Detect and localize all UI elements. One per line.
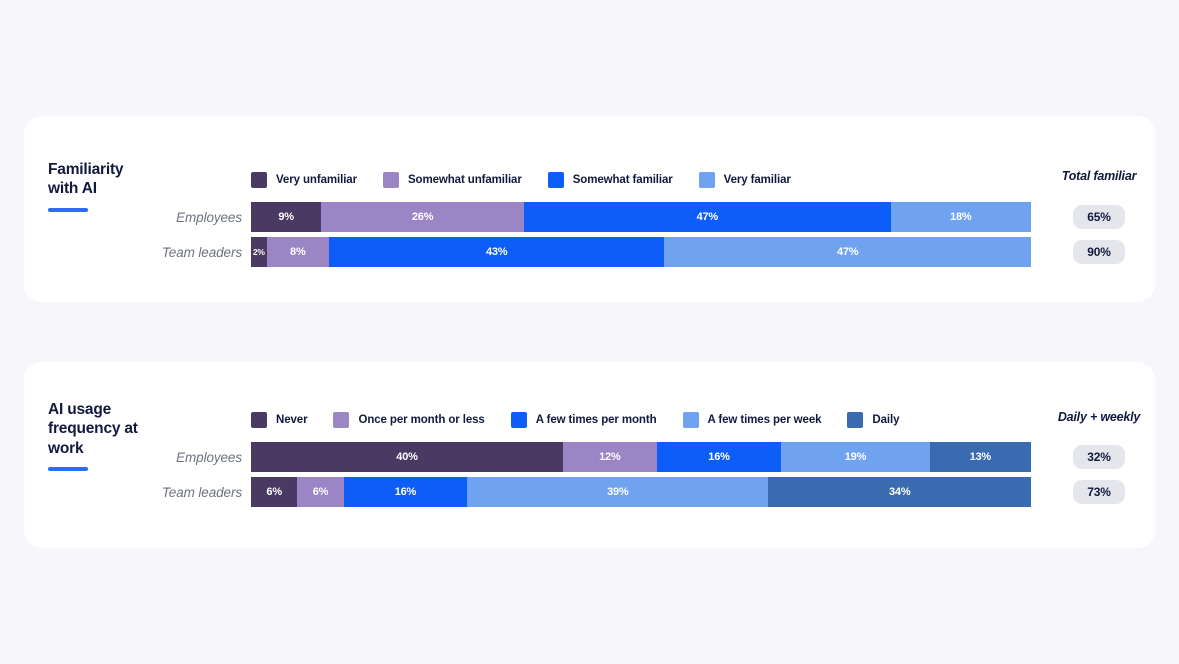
- row-label-employees: Employees: [24, 210, 242, 225]
- legend-swatch-icon: [251, 172, 267, 188]
- legend-swatch-icon: [511, 412, 527, 428]
- chart-rows: Employees 9% 26% 47% 18% 65: [24, 202, 1155, 272]
- bar-segment[interactable]: 2%: [251, 237, 267, 267]
- table-row: Employees 40% 12% 16% 19% 13%: [24, 442, 1155, 472]
- bar-segment[interactable]: 39%: [467, 477, 768, 507]
- bar-segment[interactable]: 9%: [251, 202, 321, 232]
- status-badge: 32%: [1073, 445, 1124, 469]
- legend-item-label: Somewhat familiar: [573, 174, 673, 186]
- status-badge: 90%: [1073, 240, 1124, 264]
- summary-pill-team-leaders: 90%: [1043, 240, 1155, 264]
- legend-swatch-icon: [333, 412, 349, 428]
- bar-segment[interactable]: 13%: [930, 442, 1031, 472]
- stacked-bar-team-leaders: 6% 6% 16% 39% 34%: [251, 477, 1031, 507]
- legend-item-a-few-times-per-month[interactable]: A few times per month: [511, 412, 657, 428]
- bar-segment-value: 6%: [313, 486, 329, 498]
- table-row: Employees 9% 26% 47% 18% 65: [24, 202, 1155, 232]
- legend-swatch-icon: [847, 412, 863, 428]
- bar-segment[interactable]: 40%: [251, 442, 563, 472]
- legend-item-somewhat-unfamiliar[interactable]: Somewhat unfamiliar: [383, 172, 522, 188]
- stacked-bar-team-leaders: 2% 8% 43% 47%: [251, 237, 1031, 267]
- bar-segment-value: 19%: [845, 451, 866, 463]
- bar-segment[interactable]: 16%: [344, 477, 468, 507]
- bar-segment-value: 13%: [970, 451, 991, 463]
- bar-segment-value: 16%: [395, 486, 416, 498]
- summary-column-header: Daily + weekly: [1043, 410, 1155, 424]
- bar-segment-value: 12%: [599, 451, 620, 463]
- stacked-bar-employees: 9% 26% 47% 18%: [251, 202, 1031, 232]
- chart-rows: Employees 40% 12% 16% 19% 13%: [24, 442, 1155, 512]
- legend-item-label: Once per month or less: [358, 414, 484, 426]
- bar-segment[interactable]: 16%: [657, 442, 782, 472]
- legend-item-label: Never: [276, 414, 307, 426]
- legend-item-label: A few times per month: [536, 414, 657, 426]
- legend-item-label: Somewhat unfamiliar: [408, 174, 522, 186]
- bar-segment[interactable]: 8%: [267, 237, 329, 267]
- summary-pill-team-leaders: 73%: [1043, 480, 1155, 504]
- summary-pill-employees: 65%: [1043, 205, 1155, 229]
- legend-item-a-few-times-per-week[interactable]: A few times per week: [683, 412, 822, 428]
- legend-item-label: A few times per week: [708, 414, 822, 426]
- bar-segment[interactable]: 6%: [297, 477, 343, 507]
- bar-segment-value: 9%: [278, 211, 294, 223]
- legend-item-label: Daily: [872, 414, 899, 426]
- legend-item-somewhat-familiar[interactable]: Somewhat familiar: [548, 172, 673, 188]
- row-label-employees: Employees: [24, 450, 242, 465]
- table-row: Team leaders 6% 6% 16% 39% 34%: [24, 477, 1155, 507]
- stacked-bar-employees: 40% 12% 16% 19% 13%: [251, 442, 1031, 472]
- bar-segment[interactable]: 6%: [251, 477, 297, 507]
- legend-swatch-icon: [548, 172, 564, 188]
- table-row: Team leaders 2% 8% 43% 47%: [24, 237, 1155, 267]
- bar-segment[interactable]: 19%: [781, 442, 929, 472]
- legend-item-label: Very familiar: [724, 174, 791, 186]
- legend-item-very-unfamiliar[interactable]: Very unfamiliar: [251, 172, 357, 188]
- legend-item-daily[interactable]: Daily: [847, 412, 899, 428]
- row-label-team-leaders: Team leaders: [24, 245, 242, 260]
- page-title: Familiarity with AI: [48, 160, 123, 199]
- chart-legend: Very unfamiliar Somewhat unfamiliar Some…: [251, 172, 817, 188]
- legend-item-label: Very unfamiliar: [276, 174, 357, 186]
- bar-segment-value: 47%: [697, 211, 718, 223]
- legend-swatch-icon: [699, 172, 715, 188]
- bar-segment-value: 6%: [266, 486, 282, 498]
- legend-swatch-icon: [683, 412, 699, 428]
- summary-column-header: Total familiar: [1043, 169, 1155, 183]
- bar-segment-value: 39%: [607, 486, 628, 498]
- row-label-team-leaders: Team leaders: [24, 485, 242, 500]
- legend-swatch-icon: [251, 412, 267, 428]
- bar-segment[interactable]: 12%: [563, 442, 657, 472]
- status-badge: 65%: [1073, 205, 1124, 229]
- legend-item-never[interactable]: Never: [251, 412, 307, 428]
- bar-segment-value: 2%: [253, 247, 265, 257]
- page-root: Familiarity with AI Very unfamiliar Some…: [0, 0, 1179, 664]
- bar-segment[interactable]: 43%: [329, 237, 664, 267]
- bar-segment-value: 18%: [950, 211, 971, 223]
- bar-segment-value: 26%: [412, 211, 433, 223]
- legend-item-very-familiar[interactable]: Very familiar: [699, 172, 791, 188]
- chart-card-ai-usage-frequency: AI usage frequency at work Never Once pe…: [24, 362, 1155, 548]
- bar-segment-value: 47%: [837, 246, 858, 258]
- bar-segment[interactable]: 26%: [321, 202, 524, 232]
- bar-segment-value: 16%: [708, 451, 729, 463]
- bar-segment[interactable]: 47%: [664, 237, 1031, 267]
- bar-segment[interactable]: 18%: [891, 202, 1031, 232]
- chart-card-familiarity: Familiarity with AI Very unfamiliar Some…: [24, 116, 1155, 302]
- legend-item-once-per-month-or-less[interactable]: Once per month or less: [333, 412, 484, 428]
- status-badge: 73%: [1073, 480, 1124, 504]
- chart-legend: Never Once per month or less A few times…: [251, 412, 925, 428]
- bar-segment-value: 8%: [290, 246, 306, 258]
- bar-segment[interactable]: 47%: [524, 202, 891, 232]
- bar-segment-value: 43%: [486, 246, 507, 258]
- bar-segment[interactable]: 34%: [768, 477, 1031, 507]
- legend-swatch-icon: [383, 172, 399, 188]
- summary-pill-employees: 32%: [1043, 445, 1155, 469]
- bar-segment-value: 34%: [889, 486, 910, 498]
- bar-segment-value: 40%: [396, 451, 417, 463]
